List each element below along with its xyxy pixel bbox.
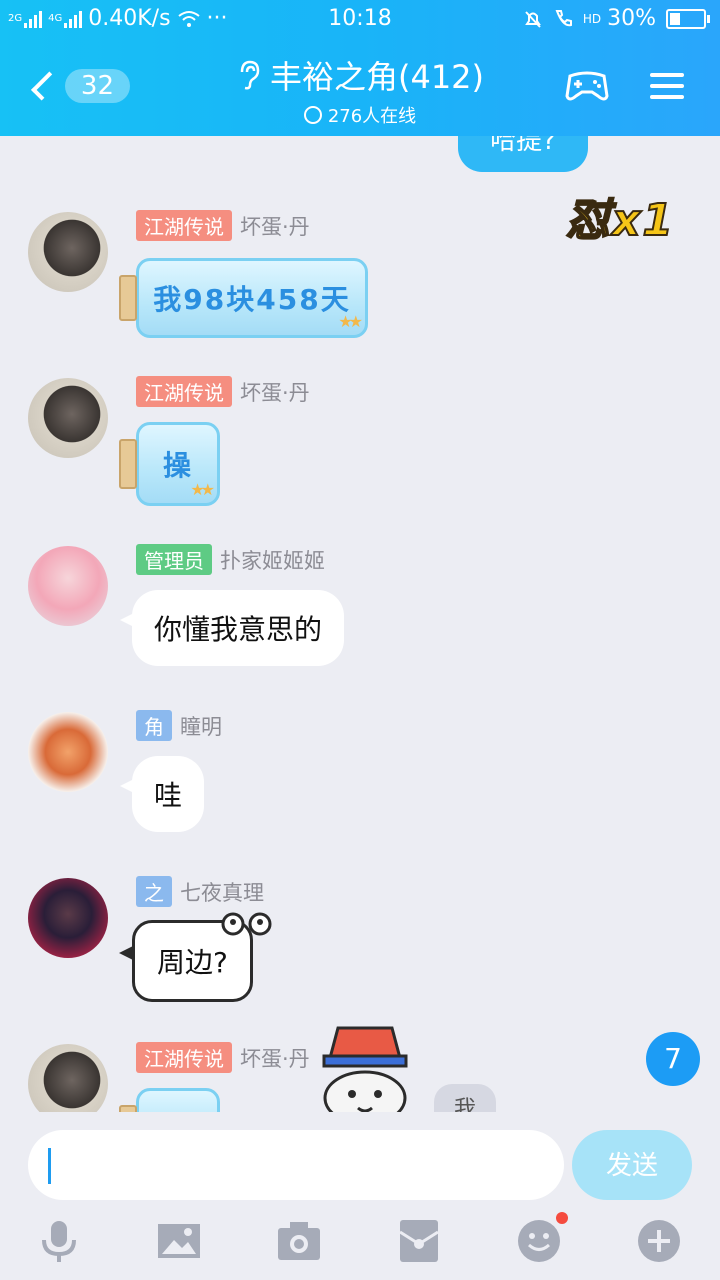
- sender-name[interactable]: 坏蛋·丹: [240, 377, 310, 407]
- sender-meta: 江湖传说 坏蛋·丹: [136, 376, 310, 407]
- bottle-bubble[interactable]: 我98块458天 ★★: [119, 258, 368, 338]
- avatar[interactable]: [28, 546, 108, 626]
- group-title: 丰裕之角(412): [269, 58, 485, 96]
- member-title-tag: 江湖传说: [136, 210, 232, 241]
- avatar[interactable]: [28, 378, 108, 458]
- sender-name[interactable]: 瞳明: [180, 711, 222, 741]
- sender-name[interactable]: 坏蛋·丹: [240, 211, 310, 241]
- status-bar: 2G 4G 0.40K/s ··· 10:18 HD 30%: [0, 0, 720, 38]
- plus-icon[interactable]: [636, 1218, 682, 1264]
- microphone-icon[interactable]: [36, 1218, 82, 1264]
- header-actions: [564, 66, 684, 106]
- notification-dot: [556, 1212, 568, 1224]
- member-title-tag: 角: [136, 710, 172, 741]
- stars-icon: ★★: [190, 480, 215, 499]
- message-text: 操: [162, 449, 193, 482]
- bottle-bubble[interactable]: 操 ★★: [119, 422, 220, 506]
- emoji-button[interactable]: [516, 1212, 568, 1264]
- cartoon-eyes-icon: [221, 912, 272, 936]
- sender-name[interactable]: 扑家姬姬姬: [220, 545, 325, 575]
- message-bubble[interactable]: 哇: [119, 756, 205, 832]
- message-text: 我98块458天: [153, 283, 351, 316]
- avatar[interactable]: [28, 878, 108, 958]
- sender-meta: 角 瞳明: [136, 710, 222, 741]
- sender-meta: 之 七夜真理: [136, 876, 264, 907]
- input-bar: 发送: [0, 1112, 720, 1280]
- sender-name[interactable]: 七夜真理: [180, 877, 264, 907]
- message-item: 之 七夜真理 周边?: [0, 876, 720, 1016]
- bottle-cork: [119, 275, 137, 321]
- avatar[interactable]: [28, 712, 108, 792]
- message-item: 江湖传说 坏蛋·丹 操 ★★: [0, 376, 720, 516]
- ear-icon: [240, 60, 260, 90]
- bottle-cork: [119, 1105, 137, 1112]
- my-message-bubble[interactable]: 我: [434, 1084, 496, 1112]
- send-button[interactable]: 发送: [572, 1130, 692, 1200]
- gamepad-icon[interactable]: [564, 68, 610, 104]
- member-title-tag: 江湖传说: [136, 1042, 232, 1073]
- red-packet-icon[interactable]: [396, 1218, 442, 1264]
- status-right: HD 30%: [523, 6, 710, 31]
- image-icon[interactable]: [156, 1218, 202, 1264]
- battery-level: [670, 12, 680, 25]
- text-caret: [48, 1148, 51, 1184]
- my-message-bubble-partial: 哈提?: [458, 136, 588, 172]
- hd-label: HD: [582, 11, 602, 26]
- message-input[interactable]: [28, 1130, 564, 1200]
- call-icon: [555, 9, 572, 26]
- new-message-badge[interactable]: 7: [646, 1032, 700, 1086]
- sticker-image[interactable]: [300, 1018, 430, 1112]
- avatar[interactable]: [28, 212, 108, 292]
- check-circle-icon: [303, 106, 322, 124]
- menu-icon[interactable]: [650, 66, 684, 106]
- member-title-tag: 之: [136, 876, 172, 907]
- battery-percent: 30%: [607, 6, 656, 31]
- bottle-bubble[interactable]: [119, 1088, 220, 1112]
- message-item: 江湖传说 坏蛋·丹 我98块458天 ★★: [0, 210, 720, 350]
- battery-icon: [666, 8, 710, 29]
- emoji-icon: [518, 1220, 560, 1262]
- member-title-tag: 江湖传说: [136, 376, 232, 407]
- avatar[interactable]: [28, 1044, 108, 1112]
- input-toolbar: [0, 1212, 720, 1272]
- message-list[interactable]: 哈提? 怼x1 江湖传说 坏蛋·丹 我98块458天 ★★ 江湖传说 坏蛋·丹 …: [0, 136, 720, 1112]
- stars-icon: ★★: [338, 312, 363, 331]
- message-item: 管理员 扑家姬姬姬 你懂我意思的: [0, 544, 720, 684]
- camera-icon[interactable]: [276, 1218, 322, 1264]
- sender-meta: 江湖传说 坏蛋·丹: [136, 1042, 310, 1073]
- admin-tag: 管理员: [136, 544, 212, 575]
- message-item: 角 瞳明 哇: [0, 710, 720, 850]
- sender-meta: 管理员 扑家姬姬姬: [136, 544, 325, 575]
- message-bubble[interactable]: 你懂我意思的: [119, 590, 345, 666]
- chat-header: 2G 4G 0.40K/s ··· 10:18 HD 30% 32 丰裕之角(4…: [0, 0, 720, 136]
- sender-meta: 江湖传说 坏蛋·丹: [136, 210, 310, 241]
- mute-bell-icon: [524, 10, 541, 28]
- online-count: 276人在线: [327, 106, 417, 127]
- bottle-cork: [119, 439, 137, 489]
